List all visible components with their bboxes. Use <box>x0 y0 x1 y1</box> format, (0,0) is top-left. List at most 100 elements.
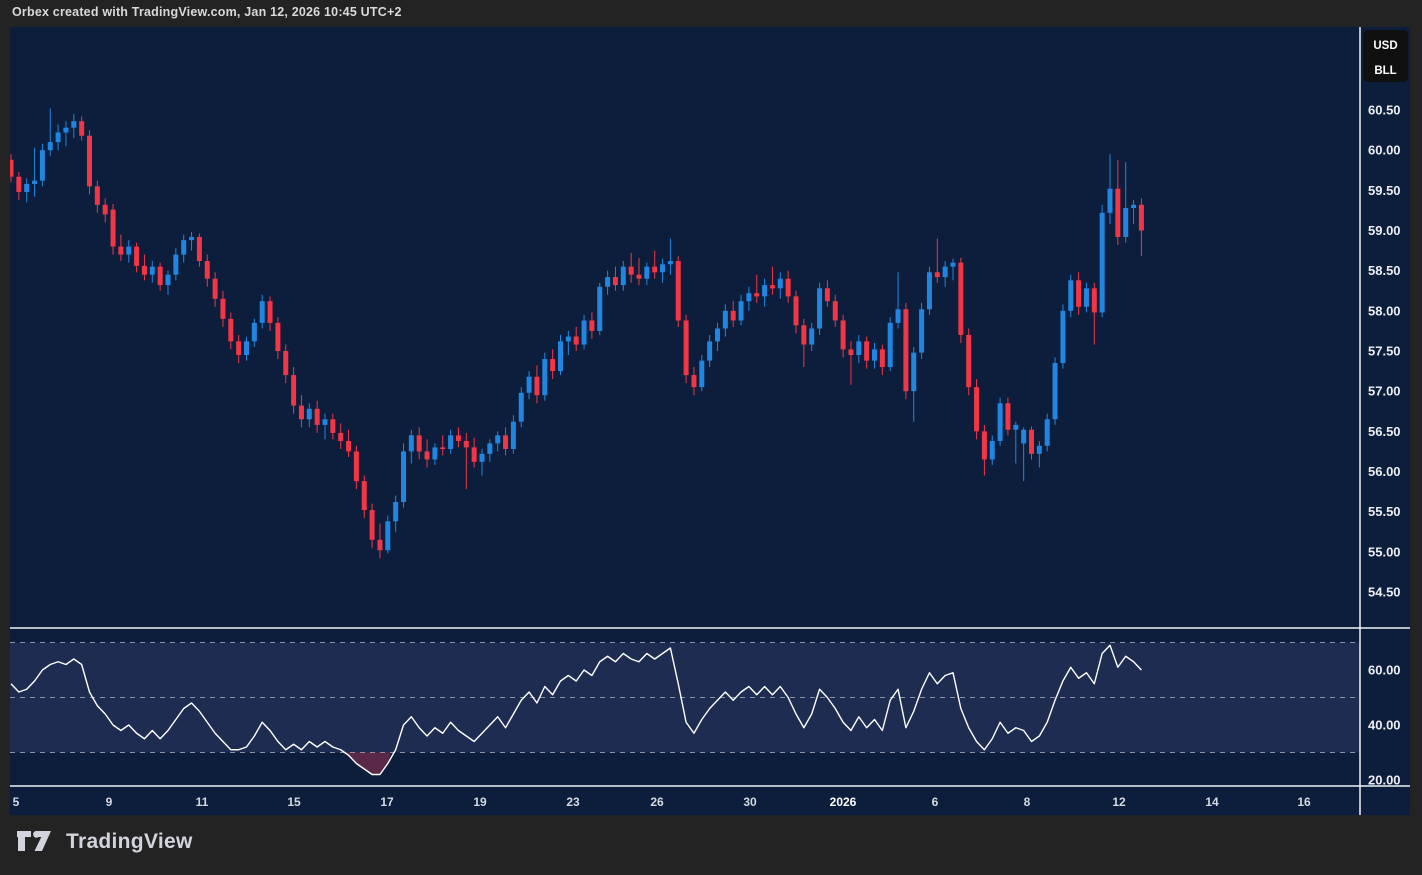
candle <box>888 323 893 367</box>
candle <box>260 301 265 323</box>
candle <box>1060 311 1065 363</box>
candle <box>503 435 508 449</box>
candle <box>621 267 626 285</box>
candle <box>841 320 846 349</box>
candle <box>1053 363 1058 419</box>
time-axis-bg[interactable] <box>10 786 1410 815</box>
candle <box>1131 205 1136 208</box>
candle <box>1084 288 1089 306</box>
chart-canvas[interactable]: 60.5060.0059.5059.0058.5058.0057.5057.00… <box>0 0 1422 875</box>
candle <box>605 277 610 287</box>
candle <box>95 186 100 204</box>
candle <box>848 349 853 355</box>
candle <box>417 435 422 451</box>
time-axis[interactable]: 5911151719232630202668121416 <box>13 795 1311 809</box>
candle <box>118 247 123 255</box>
candle <box>283 351 288 375</box>
time-tick-label: 15 <box>287 795 301 809</box>
candle <box>456 435 461 441</box>
time-tick-label: 26 <box>650 795 664 809</box>
candle <box>480 454 485 462</box>
time-tick-label: 30 <box>743 795 757 809</box>
candle <box>158 267 163 285</box>
candle <box>644 267 649 279</box>
candle <box>244 341 249 355</box>
candle <box>864 341 869 360</box>
oscillator-tick-label: 40.00 <box>1368 718 1401 733</box>
candle <box>1115 189 1120 237</box>
candle <box>613 277 618 285</box>
candle <box>362 481 367 510</box>
candle <box>903 309 908 391</box>
candle <box>519 393 524 422</box>
candle <box>111 210 116 247</box>
candle <box>487 443 492 453</box>
price-tick-label: 55.00 <box>1368 544 1401 559</box>
candle <box>197 237 202 261</box>
time-tick-label: 8 <box>1024 795 1031 809</box>
candle <box>299 406 304 420</box>
candle <box>495 435 500 443</box>
candle <box>213 279 218 299</box>
candle <box>715 329 720 342</box>
candle <box>927 272 932 309</box>
candle <box>1045 419 1050 446</box>
candle <box>126 247 131 255</box>
candle <box>574 337 579 345</box>
candle <box>943 267 948 277</box>
candle <box>825 288 830 301</box>
candle <box>558 341 563 371</box>
candle <box>432 447 437 459</box>
candle <box>691 375 696 387</box>
candle <box>707 341 712 360</box>
candle <box>754 293 759 296</box>
candle <box>346 441 351 451</box>
candle <box>731 311 736 321</box>
price-tick-label: 58.00 <box>1368 303 1401 318</box>
footer-brand: TradingView <box>66 830 193 854</box>
candle <box>676 261 681 320</box>
tradingview-logo[interactable] <box>16 828 56 856</box>
candle <box>220 299 225 319</box>
candle <box>589 320 594 330</box>
candle <box>998 403 1003 441</box>
price-tick-label: 59.50 <box>1368 183 1401 198</box>
candle <box>307 409 312 419</box>
candle <box>1005 403 1010 430</box>
candle <box>935 272 940 277</box>
candle <box>534 377 539 395</box>
candle <box>896 309 901 323</box>
candle <box>291 375 296 406</box>
candle <box>56 132 61 142</box>
candle <box>974 387 979 431</box>
candle <box>63 128 68 133</box>
time-tick-label: 23 <box>566 795 580 809</box>
candle <box>48 142 53 150</box>
candle <box>16 177 21 192</box>
candle <box>338 433 343 441</box>
candle <box>40 150 45 181</box>
time-tick-label: 5 <box>13 795 20 809</box>
candle <box>951 263 956 267</box>
candle <box>746 293 751 301</box>
candle <box>1029 430 1034 454</box>
candle <box>173 255 178 275</box>
candle <box>393 502 398 521</box>
candle <box>982 431 987 459</box>
chart-window: Orbex created with TradingView.com, Jan … <box>0 0 1422 875</box>
candle <box>582 320 587 344</box>
candle <box>1139 205 1144 231</box>
candle <box>880 349 885 367</box>
candle <box>354 451 359 481</box>
candle <box>330 419 335 433</box>
candle <box>323 419 328 425</box>
candle <box>142 266 147 275</box>
price-tick-label: 57.50 <box>1368 343 1401 358</box>
oscillator-tick-label: 60.00 <box>1368 663 1401 678</box>
candle <box>1100 213 1105 313</box>
oscillator-tick-label: 20.00 <box>1368 773 1401 788</box>
candle <box>103 205 108 215</box>
symbol-badge[interactable]: USDBLL <box>1363 30 1408 82</box>
candle <box>370 510 375 540</box>
candle <box>464 441 469 447</box>
